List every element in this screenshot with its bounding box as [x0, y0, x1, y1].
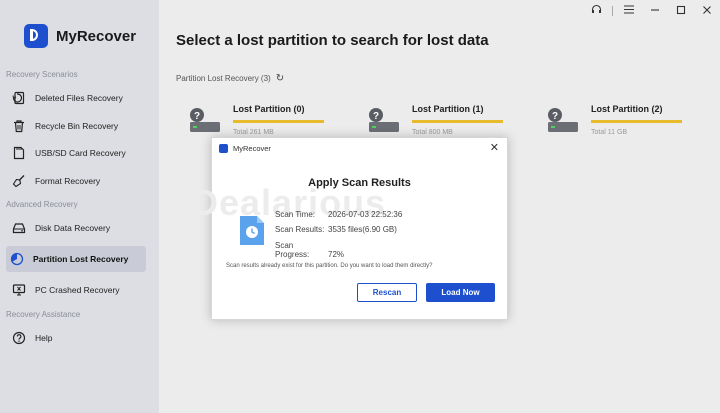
sidebar-item-partition-lost-recovery[interactable]: Partition Lost Recovery: [6, 246, 146, 272]
sidebar-item-format-recovery[interactable]: Format Recovery: [6, 168, 146, 194]
rescan-button[interactable]: Rescan: [357, 283, 417, 302]
sidebar-item-pc-crashed-recovery[interactable]: PC Crashed Recovery: [6, 277, 146, 303]
sidebar-item-deleted-files-recovery[interactable]: Deleted Files Recovery: [6, 85, 146, 111]
maximize-icon[interactable]: [668, 5, 694, 18]
hamburger-icon[interactable]: [616, 5, 642, 17]
help-icon: [11, 330, 27, 346]
scan-progress-row: Scan Progress: 72%: [275, 241, 345, 259]
partition-name: Lost Partition (2): [591, 104, 663, 114]
sd-card-icon: [11, 145, 27, 161]
scan-time-value: 2026-07-03 22:52:36: [328, 210, 403, 219]
dialog-title: Apply Scan Results: [308, 177, 411, 189]
unknown-drive-icon: ?: [548, 108, 578, 132]
sidebar-item-disk-data-recovery[interactable]: Disk Data Recovery: [6, 215, 146, 241]
partition-usage-bar: [591, 120, 682, 123]
scan-results-value: 3535 files(6.90 GB): [328, 225, 397, 234]
dialog-message: Scan results already exist for this part…: [226, 263, 433, 269]
partition-card-0[interactable]: ? Lost Partition (0) Total 261 MB: [176, 101, 326, 141]
minimize-icon[interactable]: [642, 5, 668, 18]
partition-usage-bar: [233, 120, 324, 123]
sidebar-item-help[interactable]: Help: [6, 325, 146, 351]
page-title: Select a lost partition to search for lo…: [176, 32, 489, 49]
partition-card-1[interactable]: ? Lost Partition (1) Total 800 MB: [355, 101, 505, 141]
partition-icon: [9, 251, 25, 267]
partition-total: Total 800 MB: [412, 129, 453, 136]
partition-card-2[interactable]: ? Lost Partition (2) Total 11 GB: [534, 101, 684, 141]
myrecover-logo-icon: [219, 144, 228, 153]
svg-text:?: ?: [552, 111, 558, 122]
close-icon[interactable]: ✕: [490, 141, 499, 154]
pc-crash-icon: [11, 282, 27, 298]
partition-name: Lost Partition (1): [412, 104, 484, 114]
scan-time-row: Scan Time: 2026-07-03 22:52:36: [275, 210, 403, 219]
broom-icon: [11, 173, 27, 189]
svg-text:?: ?: [373, 111, 379, 122]
trash-icon: [11, 118, 27, 134]
refresh-icon[interactable]: ↻: [276, 73, 284, 84]
sidebar-item-recycle-bin-recovery[interactable]: Recycle Bin Recovery: [6, 113, 146, 139]
scan-history-file-icon: [240, 216, 264, 245]
partition-name: Lost Partition (0): [233, 104, 305, 114]
myrecover-logo-icon: [24, 24, 48, 48]
window-controls: [583, 0, 720, 22]
unknown-drive-icon: ?: [369, 108, 399, 132]
unknown-drive-icon: ?: [190, 108, 220, 132]
scan-results-row: Scan Results: 3535 files(6.90 GB): [275, 225, 397, 234]
brand: MyRecover: [24, 24, 136, 48]
headset-icon[interactable]: [583, 4, 609, 18]
sidebar: MyRecover Recovery Scenarios Deleted Fil…: [0, 0, 159, 413]
restore-file-icon: [11, 90, 27, 106]
partition-total: Total 261 MB: [233, 129, 274, 136]
dialog-header: MyRecover: [219, 144, 271, 153]
svg-text:?: ?: [194, 111, 200, 122]
partition-total: Total 11 GB: [591, 129, 628, 136]
scan-progress-value: 72%: [328, 250, 345, 259]
section-recovery-assistance: Recovery Assistance: [6, 310, 81, 319]
partition-count-heading: Partition Lost Recovery (3) ↻: [176, 73, 285, 84]
sidebar-item-usb-sd-card-recovery[interactable]: USB/SD Card Recovery: [6, 140, 146, 166]
section-advanced-recovery: Advanced Recovery: [6, 200, 78, 209]
close-window-icon[interactable]: [694, 5, 720, 18]
disk-icon: [11, 220, 27, 236]
divider: [612, 6, 613, 16]
load-now-button[interactable]: Load Now: [426, 283, 495, 302]
partition-usage-bar: [412, 120, 503, 123]
section-recovery-scenarios: Recovery Scenarios: [6, 70, 78, 79]
app-name: MyRecover: [56, 27, 137, 45]
apply-scan-results-dialog: Dealarious MyRecover ✕ Apply Scan Result…: [192, 137, 508, 320]
